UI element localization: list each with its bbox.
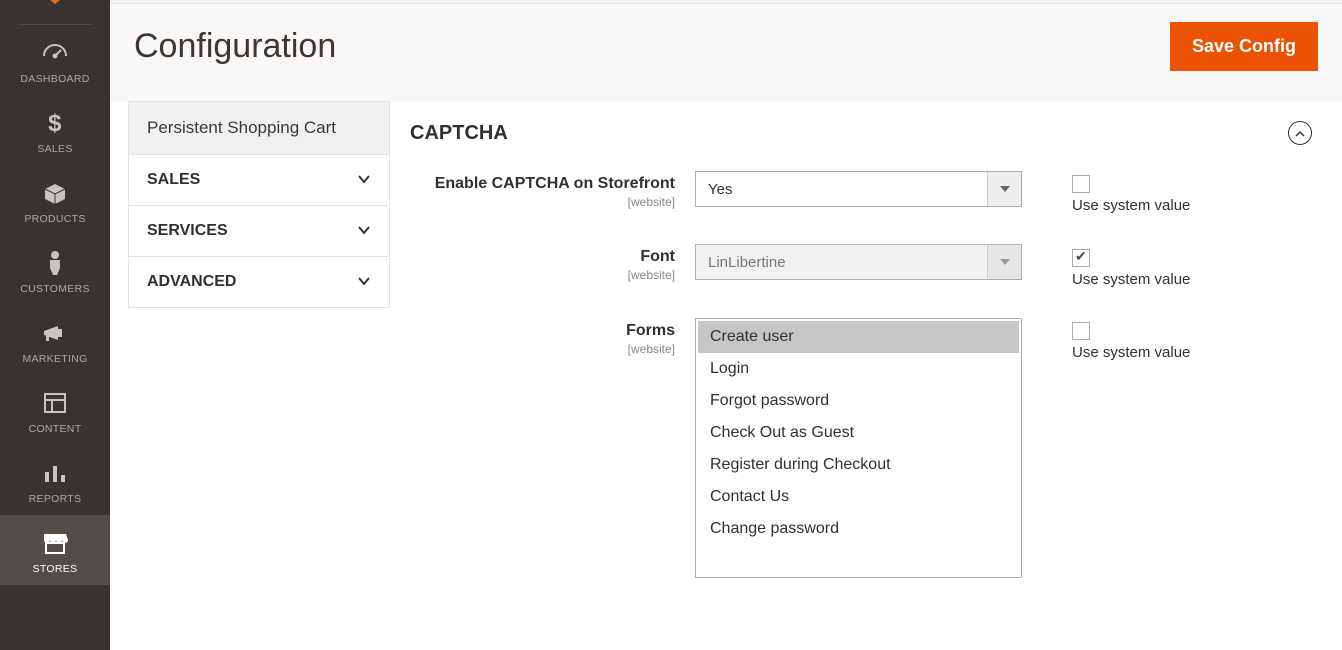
field-scope: [website] <box>410 342 675 356</box>
section-title: CAPTCHA <box>410 122 508 145</box>
use-system-checkbox-font[interactable] <box>1072 249 1090 267</box>
person-icon <box>40 249 70 277</box>
layout-icon <box>40 389 70 417</box>
forms-option-change-password[interactable]: Change password <box>698 513 1019 545</box>
nav-label: PRODUCTS <box>24 213 85 225</box>
page-header: Configuration Save Config <box>110 4 1342 101</box>
nav-customers[interactable]: CUSTOMERS <box>0 235 110 305</box>
nav-content[interactable]: CONTENT <box>0 375 110 445</box>
use-system-label: Use system value <box>1072 271 1190 288</box>
nav-label: CUSTOMERS <box>20 283 90 295</box>
field-label: Forms <box>626 322 675 339</box>
nav-sales[interactable]: $ SALES <box>0 95 110 165</box>
collapse-toggle[interactable] <box>1288 121 1312 145</box>
field-scope: [website] <box>410 268 675 282</box>
use-system-label: Use system value <box>1072 344 1190 361</box>
nav-label: MARKETING <box>22 353 87 365</box>
chevron-down-icon <box>987 245 1021 279</box>
config-tree: Persistent Shopping Cart SALES SERVICES … <box>128 101 390 650</box>
nav-dashboard[interactable]: DASHBOARD <box>0 25 110 95</box>
box-icon <box>40 179 70 207</box>
store-icon <box>40 529 70 557</box>
tree-group-advanced[interactable]: ADVANCED <box>128 256 390 308</box>
chevron-up-icon <box>1294 125 1306 141</box>
section-header[interactable]: CAPTCHA <box>410 111 1312 171</box>
nav-label: SALES <box>37 143 72 155</box>
page-title: Configuration <box>134 27 336 66</box>
tree-group-label: SERVICES <box>147 222 228 240</box>
field-scope: [website] <box>410 195 675 209</box>
select-value: LinLibertine <box>696 254 987 271</box>
tree-group-sales[interactable]: SALES <box>128 154 390 206</box>
nav-reports[interactable]: REPORTS <box>0 445 110 515</box>
chevron-down-icon <box>357 273 371 291</box>
forms-option-register-checkout[interactable]: Register during Checkout <box>698 449 1019 481</box>
nav-label: REPORTS <box>29 493 82 505</box>
tree-group-label: SALES <box>147 171 200 189</box>
config-panel: CAPTCHA Enable CAPTCHA on Storefront [we… <box>410 101 1342 650</box>
nav-label: STORES <box>33 563 78 575</box>
tree-group-label: ADVANCED <box>147 273 236 291</box>
font-select: LinLibertine <box>695 244 1022 280</box>
select-value: Yes <box>696 181 987 198</box>
use-system-checkbox-forms[interactable] <box>1072 322 1090 340</box>
field-forms: Forms [website] Create user Login Forgot… <box>410 318 1312 578</box>
bar-chart-icon <box>40 459 70 487</box>
main-area: Configuration Save Config Persistent Sho… <box>110 0 1342 650</box>
dollar-icon: $ <box>40 109 70 137</box>
field-label: Enable CAPTCHA on Storefront <box>435 175 675 192</box>
chevron-down-icon <box>357 171 371 189</box>
forms-option-login[interactable]: Login <box>698 353 1019 385</box>
admin-sidebar: DASHBOARD $ SALES PRODUCTS CUSTOMERS MAR… <box>0 0 110 650</box>
field-enable-captcha: Enable CAPTCHA on Storefront [website] Y… <box>410 171 1312 214</box>
megaphone-icon <box>40 319 70 347</box>
forms-option-checkout-guest[interactable]: Check Out as Guest <box>698 417 1019 449</box>
field-font: Font [website] LinLibertine Use system v… <box>410 244 1312 287</box>
nav-stores[interactable]: STORES <box>0 515 110 585</box>
svg-text:$: $ <box>48 110 62 136</box>
use-system-checkbox-enable[interactable] <box>1072 175 1090 193</box>
chevron-down-icon <box>357 222 371 240</box>
use-system-label: Use system value <box>1072 197 1190 214</box>
nav-products[interactable]: PRODUCTS <box>0 165 110 235</box>
forms-option-create-user[interactable]: Create user <box>698 321 1019 353</box>
forms-multiselect[interactable]: Create user Login Forgot password Check … <box>695 318 1022 578</box>
chevron-down-icon <box>987 172 1021 206</box>
tree-group-services[interactable]: SERVICES <box>128 205 390 257</box>
save-config-button[interactable]: Save Config <box>1170 22 1318 71</box>
nav-label: DASHBOARD <box>20 73 89 85</box>
field-label: Font <box>640 248 675 265</box>
forms-option-forgot-password[interactable]: Forgot password <box>698 385 1019 417</box>
nav-label: CONTENT <box>29 423 82 435</box>
forms-option-contact-us[interactable]: Contact Us <box>698 481 1019 513</box>
dashboard-icon <box>40 39 70 67</box>
nav-marketing[interactable]: MARKETING <box>0 305 110 375</box>
tree-subitem-persistent-cart[interactable]: Persistent Shopping Cart <box>128 101 390 155</box>
logo-corner <box>0 0 110 10</box>
enable-captcha-select[interactable]: Yes <box>695 171 1022 207</box>
